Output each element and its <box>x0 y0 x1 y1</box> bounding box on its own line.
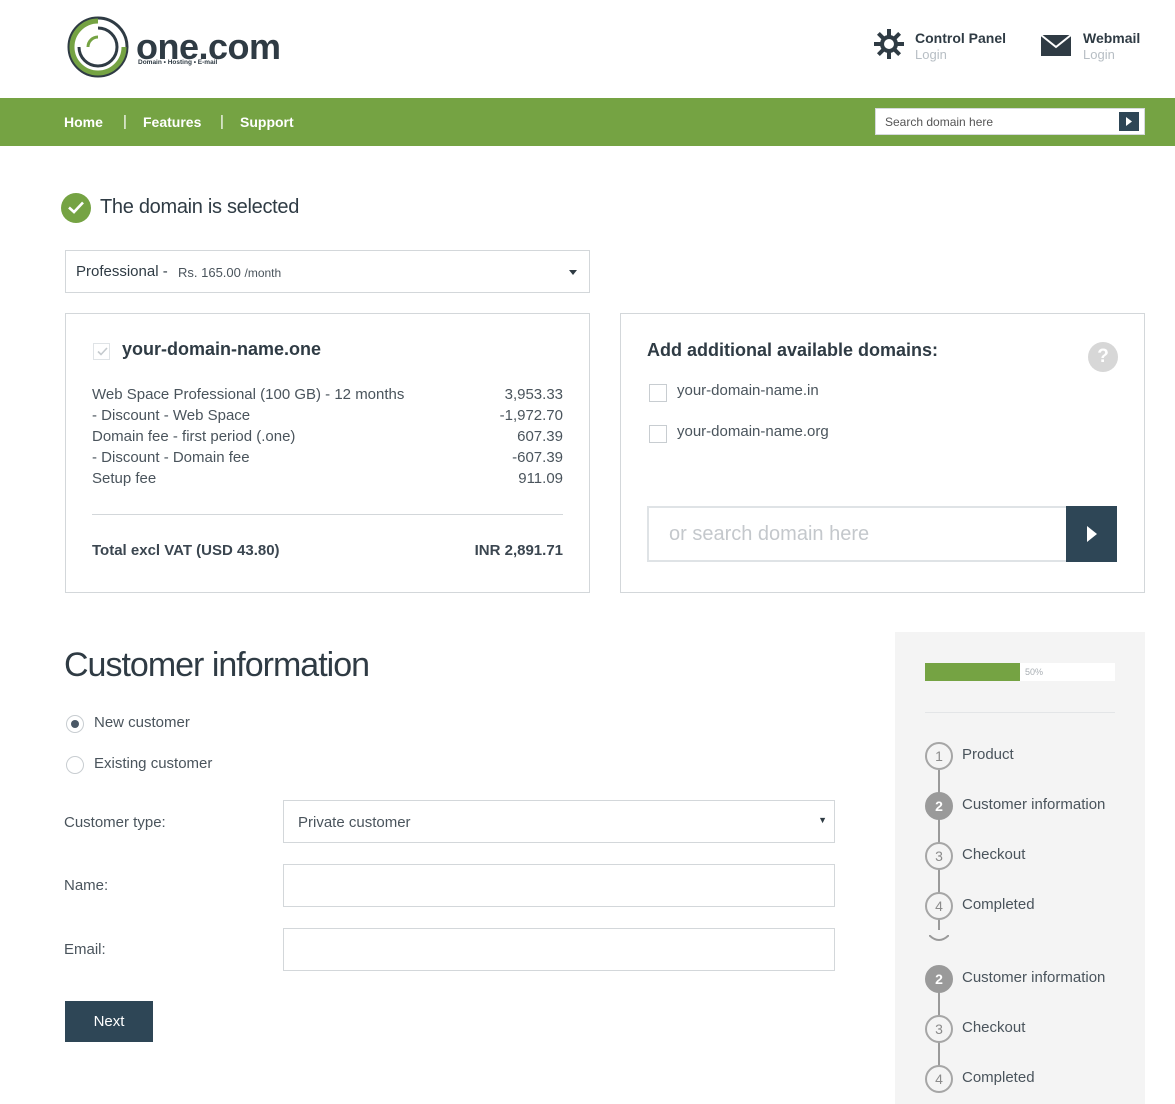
nav-search-box <box>875 108 1145 135</box>
domain-checkbox[interactable] <box>649 425 667 443</box>
arrow-right-icon <box>1087 526 1097 542</box>
name-input[interactable] <box>284 865 834 906</box>
step-notch-icon <box>929 935 949 941</box>
control-panel-login: Login <box>915 47 947 62</box>
progress-percent: 50% <box>1025 667 1044 677</box>
domain-search-button[interactable] <box>1066 506 1117 562</box>
webmail-title: Webmail <box>1083 30 1141 46</box>
one-com-logo[interactable]: one.com Domain • Hosting • E-mail <box>66 16 296 78</box>
name-field <box>283 864 835 907</box>
logo-swirl-icon <box>67 16 129 78</box>
domain-selected-heading: The domain is selected <box>100 196 300 218</box>
email-label: Email: <box>64 941 106 958</box>
plan-name: Professional - <box>76 263 168 280</box>
nav-support[interactable]: Support <box>240 114 294 130</box>
envelope-icon <box>1040 34 1072 56</box>
progress-bar: 50% <box>925 663 1115 681</box>
domain-search-box <box>647 506 1117 562</box>
panel-divider <box>925 712 1115 713</box>
checkmark-icon <box>97 347 108 356</box>
check-circle-icon <box>61 193 91 223</box>
email-field <box>283 928 835 971</box>
plan-dropdown[interactable]: Professional - Rs. 165.00 /month <box>65 250 590 293</box>
additional-domains-heading: Add additional available domains: <box>647 340 939 360</box>
step-checkout: 3 Checkout <box>925 1015 1140 1043</box>
name-label: Name: <box>64 877 109 894</box>
step-completed: 4 Completed <box>925 1065 1140 1093</box>
plan-price: Rs. 165.00 /month <box>178 265 282 280</box>
selected-domain-name: your-domain-name.one <box>122 339 322 359</box>
help-icon[interactable]: ? <box>1088 342 1118 372</box>
order-summary: your-domain-name.one Web Space Professio… <box>65 313 590 593</box>
nav-home[interactable]: Home <box>64 114 103 130</box>
caret-down-icon: ▼ <box>818 815 827 825</box>
customer-type-label: Customer type: <box>64 814 166 831</box>
gear-icon <box>874 29 904 59</box>
step-customer-information: 2 Customer information <box>925 792 1140 820</box>
additional-domains: Add additional available domains: ? your… <box>620 313 1145 593</box>
site-header: one.com Domain • Hosting • E-mail Contro… <box>0 0 1175 98</box>
domain-search-input[interactable] <box>649 508 1067 560</box>
step-customer-information: 2 Customer information <box>925 965 1140 993</box>
nav-separator: | <box>123 113 127 130</box>
email-input[interactable] <box>284 929 834 970</box>
control-panel-title: Control Panel <box>915 30 1007 46</box>
step-completed: 4 Completed <box>925 892 1140 920</box>
next-button[interactable]: Next <box>65 1001 153 1042</box>
webmail-login: Login <box>1083 47 1115 62</box>
progress-panel: 50% 1 Product 2 Customer information 3 C… <box>895 632 1145 1104</box>
domain-checkbox[interactable] <box>93 343 110 360</box>
nav-search-button[interactable] <box>1119 112 1139 131</box>
summary-divider <box>92 514 563 515</box>
nav-separator: | <box>220 113 224 130</box>
nav-search-input[interactable] <box>876 109 1116 134</box>
webmail-link[interactable]: Webmail Login <box>1040 28 1160 68</box>
logo-tagline: Domain • Hosting • E-mail <box>138 59 218 66</box>
main-nav: Home | Features | Support <box>0 98 1175 146</box>
radio-button[interactable] <box>66 756 84 774</box>
caret-down-icon <box>569 270 577 275</box>
step-product: 1 Product <box>925 742 1140 770</box>
radio-button[interactable] <box>66 715 84 733</box>
customer-type-select[interactable]: Private customer ▼ <box>283 800 835 843</box>
step-checkout: 3 Checkout <box>925 842 1140 870</box>
customer-info-heading: Customer information <box>64 646 370 684</box>
progress-bar-fill <box>925 663 1020 681</box>
nav-features[interactable]: Features <box>143 114 201 130</box>
control-panel-link[interactable]: Control Panel Login <box>873 28 1023 68</box>
arrow-right-icon <box>1126 117 1132 126</box>
customer-type-value: Private customer <box>298 814 411 831</box>
domain-checkbox[interactable] <box>649 384 667 402</box>
